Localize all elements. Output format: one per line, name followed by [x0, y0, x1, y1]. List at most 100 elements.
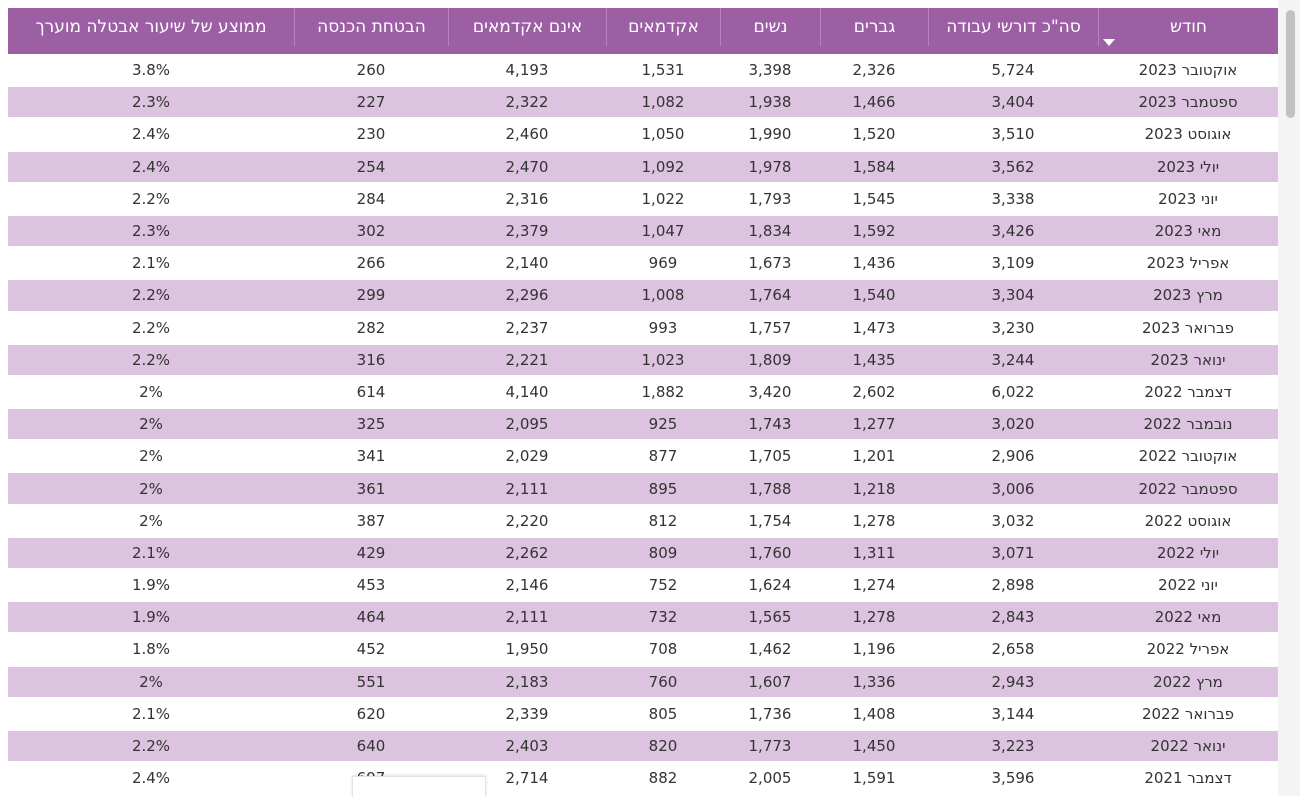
- table-cell: ספטמבר 2022: [1138, 479, 1238, 498]
- table-cell: 2,906: [991, 447, 1035, 466]
- table-cell: 1,274: [852, 576, 896, 595]
- table-row[interactable]: ינואר 2022 3,223 1,450 1,773 820 2,403 640 2.2%: [8, 730, 1278, 762]
- table-cell: 1,592: [852, 222, 896, 241]
- table-row[interactable]: אפריל 2023 3,109 1,436 1,673 969 2,140 266 2.1%: [8, 248, 1278, 278]
- table-cell: 614: [356, 382, 386, 401]
- table-cell: 2.1%: [131, 254, 171, 273]
- table-cell: 1,473: [852, 318, 896, 337]
- table-row[interactable]: אוגוסט 2023 3,510 1,520 1,990 1,050 2,460 230 2…: [8, 119, 1278, 149]
- table-cell: 2.2%: [131, 286, 171, 305]
- table-cell: 877: [648, 447, 678, 466]
- table-cell: 1,764: [748, 286, 792, 305]
- table-row[interactable]: אוקטובר 2023 5,724 2,326 3,398 1,531 4,193 260…: [8, 55, 1278, 85]
- column-header-5[interactable]: אינם אקדמאים: [448, 8, 606, 46]
- table-cell: אוקטובר 2023: [1138, 61, 1238, 80]
- table-cell: 3,032: [991, 511, 1035, 530]
- table-cell: 1,809: [748, 350, 792, 369]
- table-cell: 2,146: [505, 576, 549, 595]
- table-cell: 299: [356, 286, 386, 305]
- table-cell: מרץ 2022: [1153, 672, 1223, 691]
- column-header-label: אינם אקדמאים: [472, 17, 583, 37]
- table-row[interactable]: אפריל 2022 2,658 1,196 1,462 708 1,950 452 1.8%: [8, 634, 1278, 664]
- table-row[interactable]: אוגוסט 2022 3,032 1,278 1,754 812 2,220 387 2%: [8, 506, 1278, 536]
- table-row[interactable]: פברואר 2022 3,144 1,408 1,736 805 2,339 620 2.1…: [8, 699, 1278, 729]
- table-cell: מרץ 2023: [1153, 286, 1223, 305]
- table-row[interactable]: ספטמבר 2022 3,006 1,218 1,788 895 2,111 361 2%: [8, 473, 1278, 504]
- table-cell: נובמבר 2022: [1143, 415, 1233, 434]
- sort-descending-icon[interactable]: [1103, 39, 1115, 46]
- table-cell: 820: [648, 737, 678, 756]
- column-header-1[interactable]: סה"כ דורשי עבודה: [928, 8, 1098, 46]
- table-cell: 429: [356, 543, 386, 562]
- table-cell: דצמבר 2022: [1144, 382, 1232, 401]
- table-cell: 2.2%: [131, 189, 171, 208]
- vertical-scrollbar[interactable]: [1278, 0, 1300, 796]
- table-row[interactable]: אוקטובר 2022 2,906 1,201 1,705 877 2,029 341 2%: [8, 441, 1278, 471]
- table-cell: אוגוסט 2022: [1144, 511, 1232, 530]
- table-row[interactable]: דצמבר 20213,5961,5912,0058822,7146972.4%: [8, 763, 1278, 793]
- table-cell: 361: [356, 479, 386, 498]
- table-row[interactable]: יולי 2023 3,562 1,584 1,978 1,092 2,470 254 2.4…: [8, 151, 1278, 182]
- table-cell: 732: [648, 608, 678, 627]
- table-cell: 1,705: [748, 447, 792, 466]
- table-cell: 3,223: [991, 737, 1035, 756]
- tooltip-popup: [352, 776, 486, 797]
- table-row[interactable]: יולי 2022 3,071 1,311 1,760 809 2,262 429 2.1%: [8, 537, 1278, 568]
- table-cell: 2%: [139, 415, 163, 434]
- table-row[interactable]: ספטמבר 2023 3,404 1,466 1,938 1,082 2,322 227 2…: [8, 87, 1278, 118]
- table-cell: 260: [356, 61, 386, 80]
- table-cell: 325: [356, 415, 386, 434]
- table-row[interactable]: יוני 2023 3,338 1,545 1,793 1,022 2,316 284 2.2…: [8, 184, 1278, 214]
- column-header-2[interactable]: גברים: [820, 8, 928, 46]
- table-cell: 452: [356, 640, 386, 659]
- table-cell: 969: [648, 254, 678, 273]
- table-cell: 3,244: [991, 350, 1035, 369]
- scrollbar-thumb[interactable]: [1286, 10, 1295, 118]
- table-row[interactable]: דצמבר 2022 6,022 2,602 3,420 1,882 4,140 614 2%: [8, 377, 1278, 407]
- table-row[interactable]: ינואר 2023 3,244 1,435 1,809 1,023 2,221 316 2.…: [8, 344, 1278, 375]
- table-cell: 2,602: [852, 382, 896, 401]
- column-header-7[interactable]: ממוצע של שיעור אבטלה מוערך: [8, 8, 294, 46]
- table-cell: 2.4%: [131, 769, 171, 788]
- table-cell: 809: [648, 543, 678, 562]
- table-cell: 1,082: [641, 93, 685, 112]
- table-cell: 1,950: [505, 640, 549, 659]
- column-header-label: אקדמאים: [628, 17, 699, 37]
- table-cell: 316: [356, 350, 386, 369]
- column-header-label: סה"כ דורשי עבודה: [946, 17, 1081, 37]
- table-row[interactable]: מאי 2022 2,843 1,278 1,565 732 2,111 464 1.9%: [8, 602, 1278, 633]
- table-cell: 464: [356, 608, 386, 627]
- table-cell: דצמבר 2021: [1144, 769, 1232, 788]
- column-header-0[interactable]: חודש: [1098, 8, 1278, 46]
- column-header-4[interactable]: אקדמאים: [606, 8, 720, 46]
- table-cell: 1,311: [852, 543, 896, 562]
- table-cell: 1,092: [641, 157, 685, 176]
- table-row[interactable]: מאי 2023 3,426 1,592 1,834 1,047 2,379 302 2.3%: [8, 215, 1278, 247]
- table-row[interactable]: מרץ 2023 3,304 1,540 1,764 1,008 2,296 299 2.2%: [8, 280, 1278, 311]
- table-cell: מאי 2023: [1154, 222, 1222, 241]
- column-header-3[interactable]: נשים: [720, 8, 820, 46]
- table-cell: 2,943: [991, 672, 1035, 691]
- column-header-label: הבטחת הכנסה: [317, 17, 426, 37]
- table-row[interactable]: פברואר 2023 3,230 1,473 1,757 993 2,237 282 2.2…: [8, 313, 1278, 343]
- table-cell: 2,470: [505, 157, 549, 176]
- table-cell: 2,111: [505, 479, 549, 498]
- table-row[interactable]: נובמבר 2022 3,020 1,277 1,743 925 2,095 325 2%: [8, 409, 1278, 440]
- table-cell: 925: [648, 415, 678, 434]
- table-cell: 1,201: [852, 447, 896, 466]
- table-cell: 1,736: [748, 704, 792, 723]
- table-cell: 2,379: [505, 222, 549, 241]
- table-cell: 254: [356, 157, 386, 176]
- table-cell: 1,754: [748, 511, 792, 530]
- table-cell: 2%: [139, 672, 163, 691]
- table-cell: 3,006: [991, 479, 1035, 498]
- table-row[interactable]: מרץ 2022 2,943 1,336 1,607 760 2,183 551 2%: [8, 666, 1278, 697]
- table-cell: 2,140: [505, 254, 549, 273]
- column-header-6[interactable]: הבטחת הכנסה: [294, 8, 448, 46]
- table-cell: 1,624: [748, 576, 792, 595]
- table-cell: אפריל 2023: [1146, 254, 1230, 273]
- table-cell: 302: [356, 222, 386, 241]
- table-row[interactable]: יוני 2022 2,898 1,274 1,624 752 2,146 453 1.9%: [8, 570, 1278, 600]
- table-cell: 3,304: [991, 286, 1035, 305]
- table-cell: 812: [648, 511, 678, 530]
